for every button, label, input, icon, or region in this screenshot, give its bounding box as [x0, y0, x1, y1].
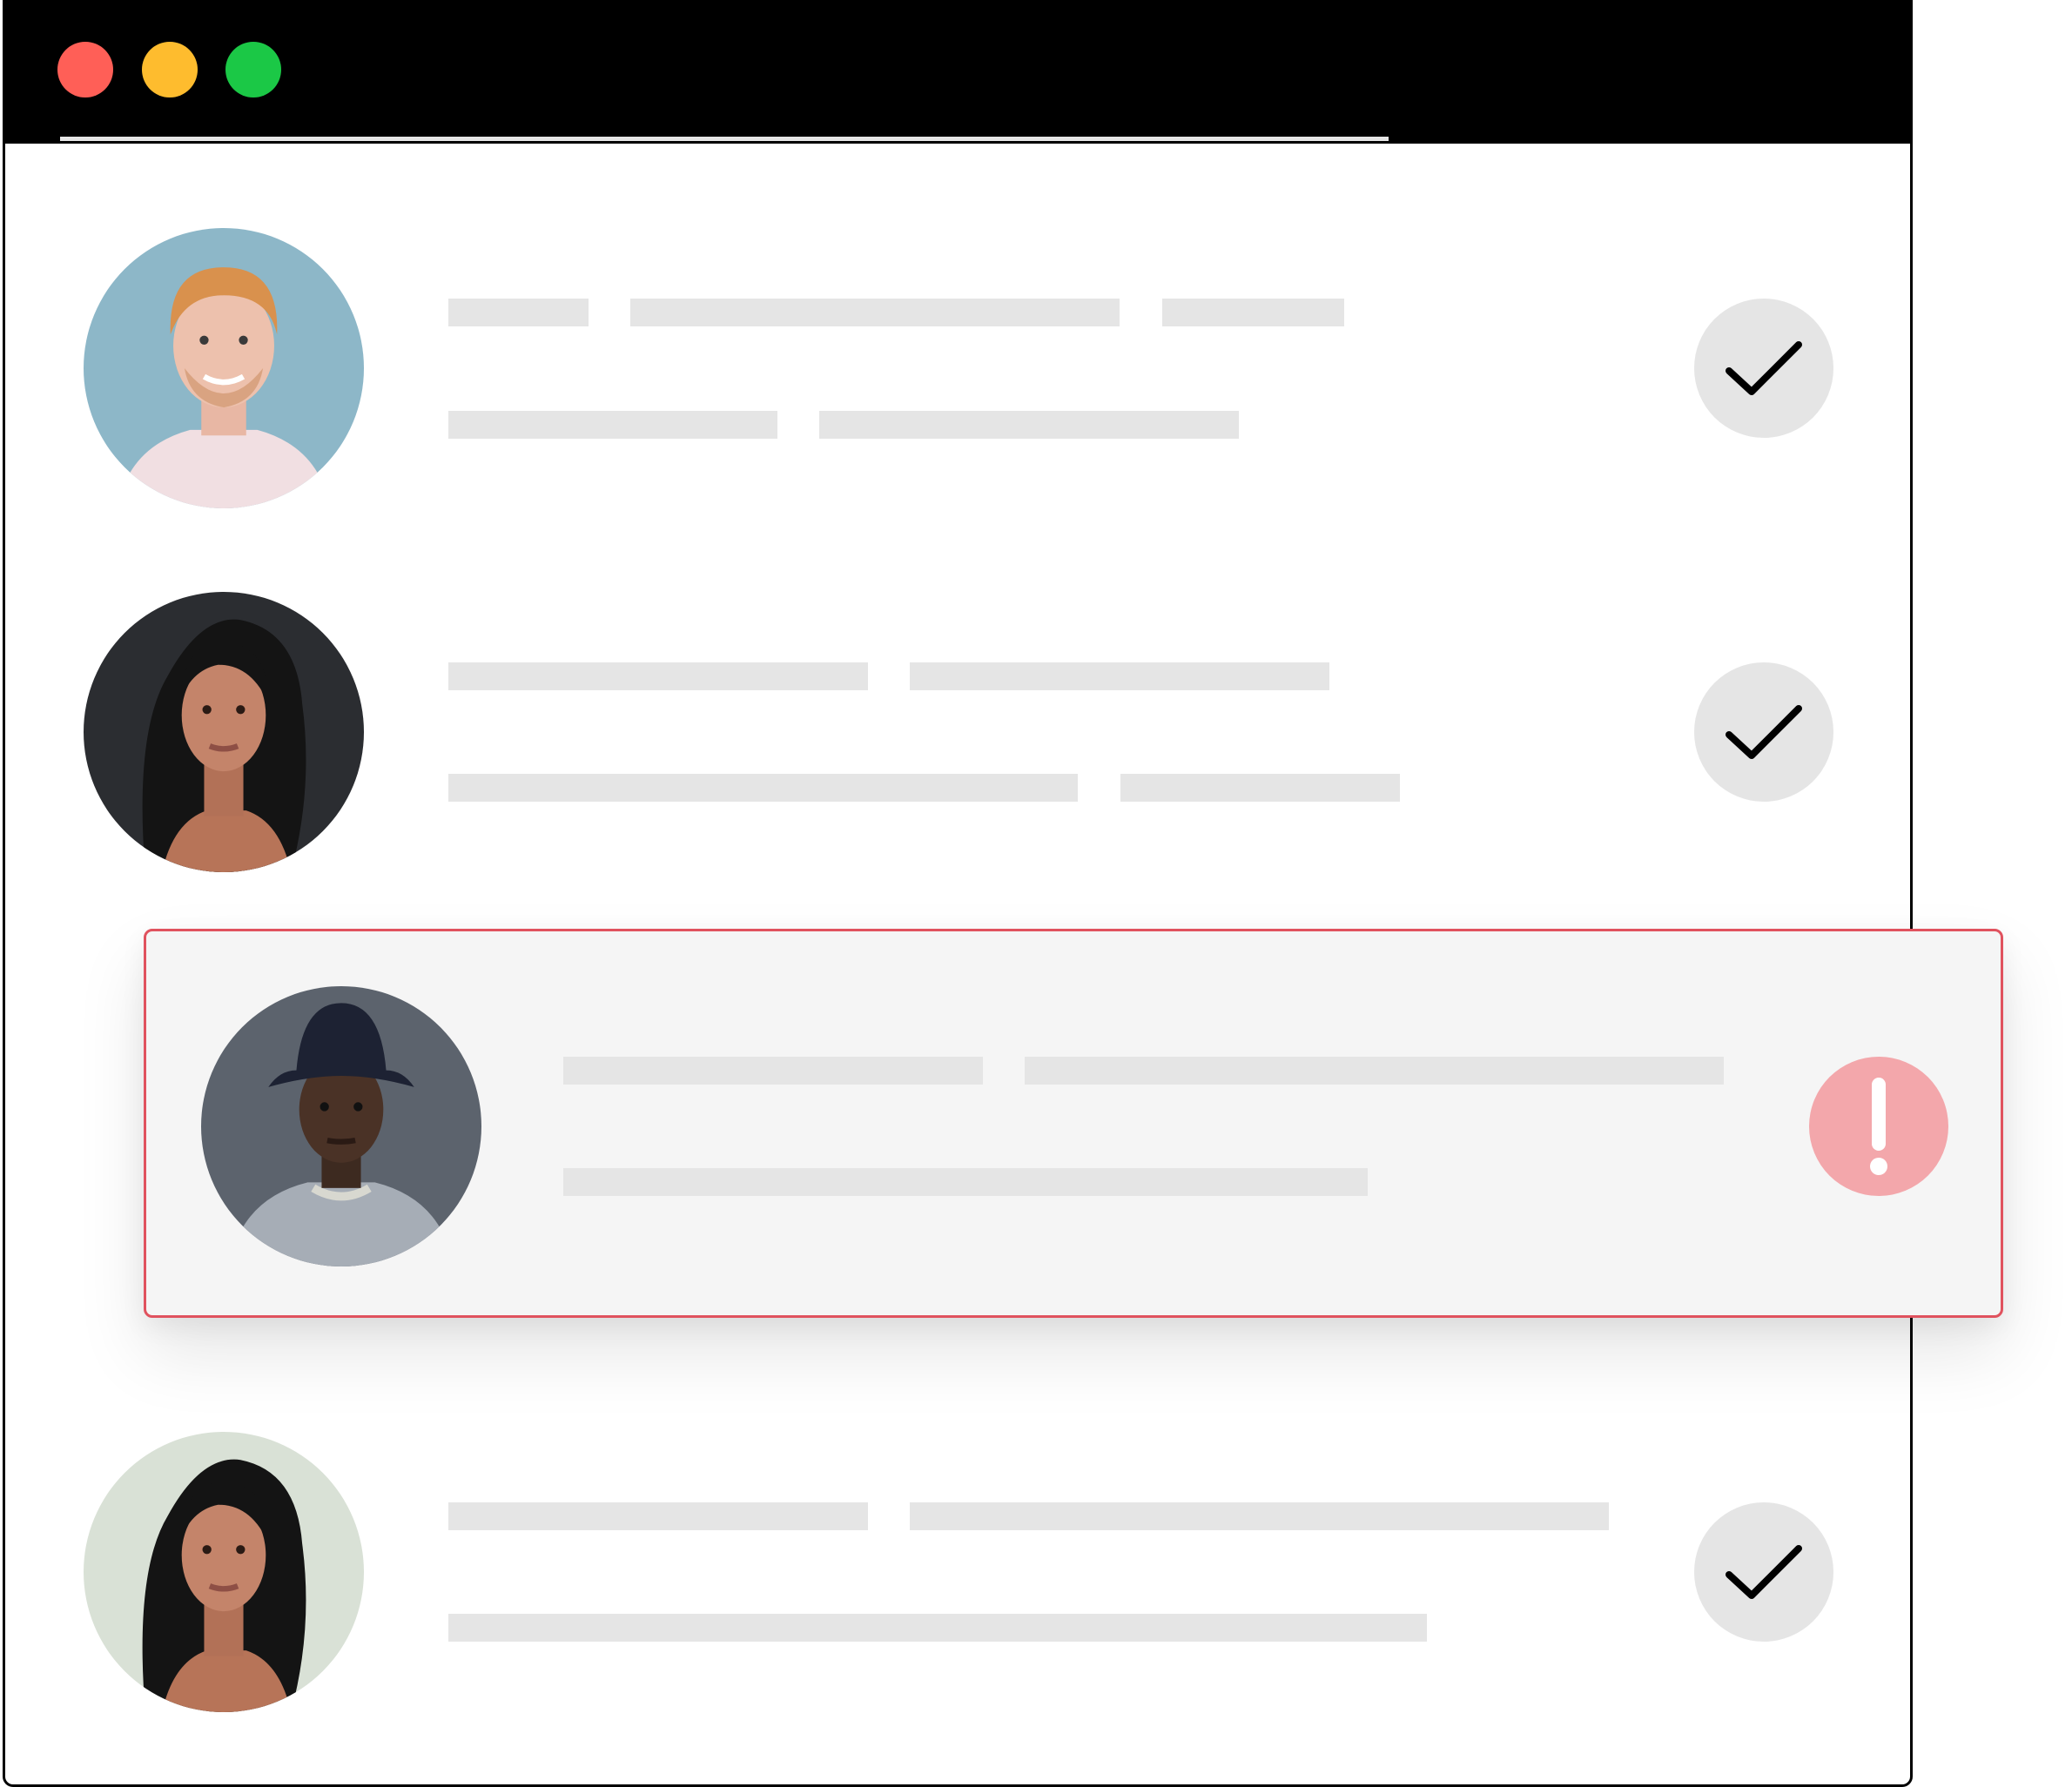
- error-status-badge: [1809, 1057, 1948, 1196]
- placeholder-text-bar: [563, 1057, 983, 1085]
- title-bar: [5, 0, 1913, 144]
- placeholder-text-bar: [448, 1502, 868, 1530]
- placeholder-text-bar: [448, 1614, 1427, 1642]
- maximize-window-button[interactable]: [225, 42, 281, 97]
- person-dark-hair-light-bg-avatar: [84, 1432, 364, 1712]
- status-badge: [1694, 662, 1833, 802]
- checkmark-icon: [1726, 705, 1802, 759]
- minimize-window-button[interactable]: [142, 42, 198, 97]
- placeholder-text-bar: [1025, 1057, 1724, 1085]
- placeholder-text-bar: [910, 662, 1329, 690]
- placeholder-text-bar: [448, 299, 589, 326]
- placeholder-text-bar: [563, 1168, 1368, 1196]
- list-item-error-highlighted[interactable]: [144, 929, 2003, 1318]
- status-badge: [1694, 299, 1833, 438]
- person-red-hair-avatar: [84, 228, 364, 508]
- placeholder-text-bar: [630, 299, 1120, 326]
- placeholder-text-bar: [1120, 774, 1400, 802]
- tab-indicator: [60, 137, 1389, 141]
- placeholder-text-bar: [1162, 299, 1344, 326]
- close-window-button[interactable]: [57, 42, 113, 97]
- person-bucket-hat-avatar: [201, 986, 481, 1266]
- checkmark-icon: [1726, 341, 1802, 395]
- person-dark-hair-avatar: [84, 592, 364, 872]
- placeholder-text-bar: [448, 774, 1078, 802]
- placeholder-text-bar: [819, 411, 1239, 439]
- placeholder-text-bar: [448, 411, 777, 439]
- placeholder-text-bar: [910, 1502, 1609, 1530]
- placeholder-text-bar: [448, 662, 868, 690]
- status-badge: [1694, 1502, 1833, 1642]
- checkmark-icon: [1726, 1545, 1802, 1599]
- exclamation-icon: [1870, 1078, 1887, 1175]
